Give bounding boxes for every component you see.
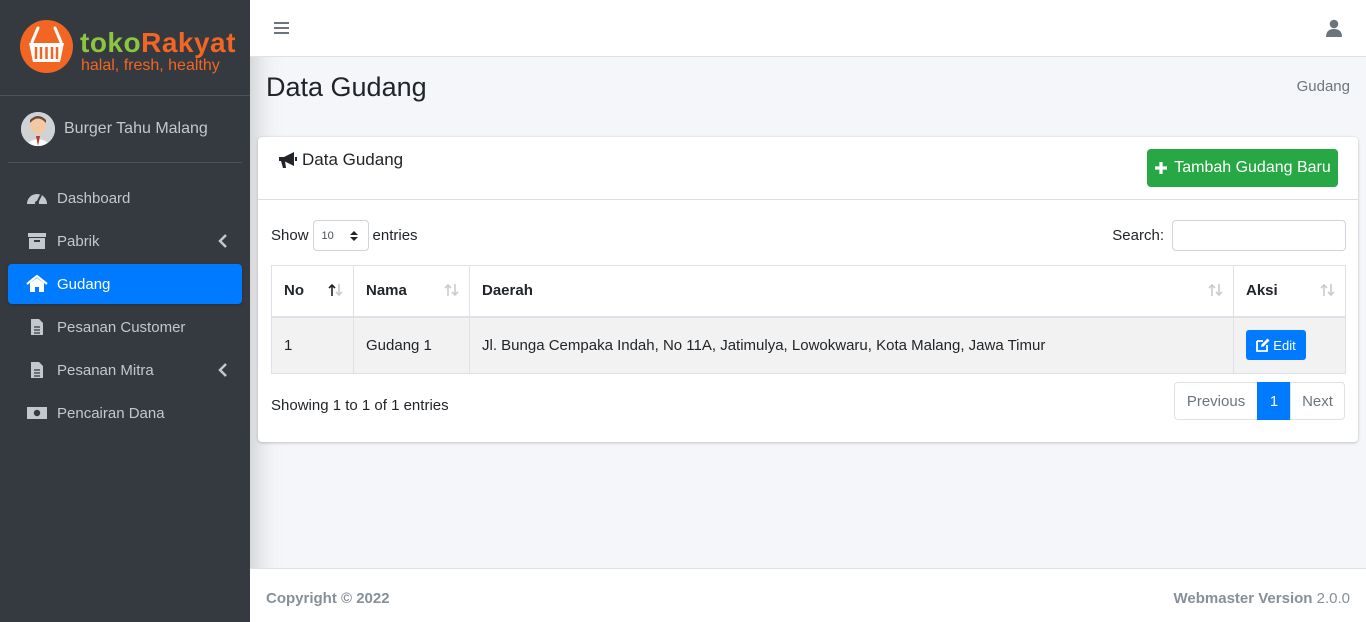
edit-button[interactable]: Edit [1246, 330, 1306, 361]
previous-page-button[interactable]: Previous [1174, 382, 1258, 420]
user-panel[interactable]: Burger Tahu Malang [8, 96, 242, 163]
file-icon [26, 361, 48, 379]
column-header-no[interactable]: No [271, 265, 354, 318]
edit-icon [1256, 338, 1270, 353]
sort-icon [444, 283, 459, 297]
select-arrows-icon [349, 231, 358, 241]
card-header: Data Gudang Tambah Gudang Baru [258, 137, 1358, 200]
sidebar-item-label: Pencairan Dana [57, 404, 165, 422]
sort-icon [1208, 283, 1223, 297]
sidebar-item-label: Gudang [57, 275, 111, 293]
home-icon [26, 275, 48, 293]
cell-no: 1 [271, 316, 354, 374]
sidebar-item-label: Pesanan Customer [57, 318, 186, 336]
search-input[interactable] [1172, 220, 1346, 251]
plus-icon [1155, 162, 1168, 174]
sidebar-item-gudang[interactable]: Gudang [8, 264, 242, 304]
column-header-aksi[interactable]: Aksi [1233, 265, 1346, 318]
entries-length-control: Show 10 entries [271, 220, 418, 251]
cell-daerah: Jl. Bunga Cempaka Indah, No 11A, Jatimul… [469, 316, 1234, 374]
money-icon [26, 404, 48, 422]
cell-aksi: Edit [1233, 316, 1346, 374]
brand-link[interactable]: tokoRakyat halal, fresh, healthy [0, 0, 250, 96]
data-card: Data Gudang Tambah Gudang Baru Show 10 e… [258, 137, 1358, 442]
tachometer-icon [26, 189, 48, 207]
hamburger-menu-icon[interactable] [274, 20, 289, 36]
breadcrumb: Gudang [1296, 78, 1350, 95]
user-name: Burger Tahu Malang [64, 120, 208, 137]
sidebar-item-pabrik[interactable]: Pabrik [8, 221, 242, 261]
next-page-button[interactable]: Next [1290, 382, 1345, 420]
sidebar-item-pesanan-mitra[interactable]: Pesanan Mitra [8, 350, 242, 390]
sidebar-item-label: Pesanan Mitra [57, 361, 154, 379]
warehouse-table: No Nama Daerah Aksi 1 Gudang 1 Jl. Bunga… [271, 265, 1346, 374]
sort-icon [1320, 283, 1335, 297]
bullhorn-icon [279, 152, 297, 168]
search-control: Search: [1112, 220, 1346, 251]
footer: Copyright © 2022 Webmaster Version 2.0.0 [250, 568, 1366, 622]
column-header-nama[interactable]: Nama [353, 265, 470, 318]
entries-select[interactable]: 10 [312, 220, 369, 251]
page-title: Data Gudang [266, 72, 427, 102]
sidebar-item-label: Dashboard [57, 189, 131, 207]
file-icon [26, 318, 48, 336]
cell-nama: Gudang 1 [353, 316, 470, 374]
version-info: Webmaster Version 2.0.0 [1173, 590, 1351, 607]
chevron-left-icon [218, 363, 227, 377]
sort-asc-icon [328, 283, 343, 297]
sidebar-item-label: Pabrik [57, 232, 100, 250]
brand-tagline: halal, fresh, healthy [81, 57, 220, 74]
user-icon[interactable] [1326, 19, 1342, 37]
card-title: Data Gudang [278, 150, 403, 170]
table-row: 1 Gudang 1 Jl. Bunga Cempaka Indah, No 1… [271, 316, 1346, 374]
chevron-left-icon [218, 234, 227, 248]
column-header-daerah[interactable]: Daerah [469, 265, 1234, 318]
brand-name: tokoRakyat [80, 27, 236, 58]
sidebar-item-dashboard[interactable]: Dashboard [8, 178, 242, 218]
top-navbar [250, 0, 1366, 57]
sidebar: tokoRakyat halal, fresh, healthy Burger … [0, 0, 250, 622]
table-info: Showing 1 to 1 of 1 entries [271, 397, 449, 414]
page-button-current[interactable]: 1 [1257, 382, 1291, 420]
sidebar-item-pesanan-customer[interactable]: Pesanan Customer [8, 307, 242, 347]
avatar [21, 112, 55, 146]
archive-icon [26, 232, 48, 250]
sidebar-item-pencairan-dana[interactable]: Pencairan Dana [8, 393, 242, 433]
sidebar-nav: Dashboard Pabrik Gudang Pesanan Customer [8, 178, 242, 436]
add-warehouse-button[interactable]: Tambah Gudang Baru [1147, 149, 1338, 187]
pagination: Previous 1 Next [1174, 382, 1345, 420]
basket-logo-icon [20, 20, 73, 73]
copyright-text: Copyright © 2022 [266, 590, 390, 607]
